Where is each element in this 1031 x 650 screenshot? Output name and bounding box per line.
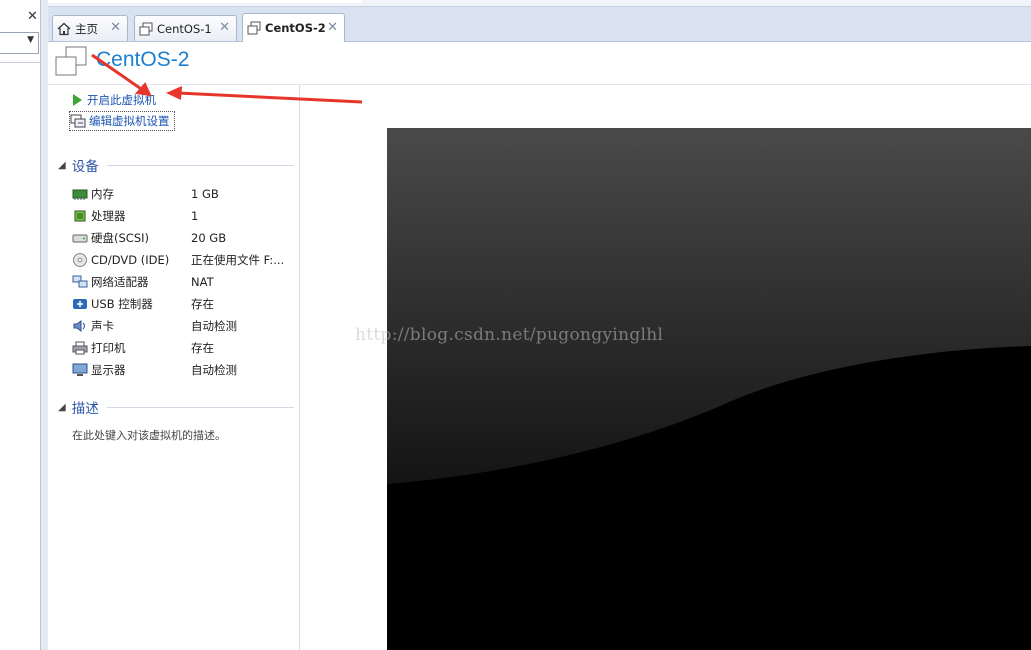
cd-dvd-icon [72, 253, 88, 267]
device-name: CD/DVD (IDE) [91, 253, 170, 267]
device-name: 网络适配器 [91, 275, 149, 289]
device-value: 存在 [191, 341, 214, 355]
device-value: 自动检测 [191, 363, 237, 377]
device-value: 1 GB [191, 187, 219, 201]
console-background [387, 128, 1031, 650]
divider [106, 406, 294, 408]
printer-icon [72, 341, 88, 355]
description-section-header[interactable]: ◢ 描述 [58, 397, 294, 417]
collapse-triangle-icon[interactable]: ◢ [58, 402, 66, 413]
chevron-down-icon[interactable]: ▼ [27, 35, 34, 45]
hard-disk-icon [72, 231, 88, 245]
device-value: NAT [191, 275, 214, 289]
vm-icon [55, 46, 87, 76]
collapse-triangle-icon[interactable]: ◢ [58, 160, 66, 171]
processor-icon [72, 209, 88, 223]
device-name: 内存 [91, 187, 114, 201]
close-icon[interactable]: ✕ [27, 9, 38, 24]
usb-icon [72, 297, 88, 311]
divider [0, 62, 40, 63]
close-icon[interactable]: ✕ [110, 20, 121, 35]
vm-header: CentOS-2 [48, 42, 1031, 85]
display-icon [72, 363, 88, 377]
device-name: 显示器 [91, 363, 126, 377]
devices-title: 设备 [71, 159, 99, 175]
description-title: 描述 [71, 401, 99, 417]
sound-card-icon [72, 319, 88, 333]
edit-settings-label: 编辑虚拟机设置 [89, 114, 170, 128]
device-name: 打印机 [91, 341, 126, 355]
device-name: 处理器 [91, 209, 126, 223]
panel-splitter[interactable] [41, 0, 48, 650]
device-name: 声卡 [91, 319, 114, 333]
device-row[interactable]: 显示器 自动检测 [72, 360, 292, 380]
close-icon[interactable]: ✕ [327, 20, 338, 35]
device-row[interactable]: 网络适配器 NAT [72, 272, 292, 292]
device-value: 正在使用文件 F:... [191, 253, 285, 267]
device-value: 1 [191, 209, 199, 223]
home-icon [57, 22, 71, 35]
device-row[interactable]: USB 控制器 存在 [72, 294, 292, 314]
tab-label: CentOS-1 [157, 21, 212, 36]
description-field[interactable]: 在此处键入对该虚拟机的描述。 [72, 427, 226, 443]
library-panel: ✕ ▼ [0, 0, 41, 650]
vm-icon [247, 21, 261, 35]
play-icon [73, 94, 82, 106]
device-row[interactable]: CD/DVD (IDE) 正在使用文件 F:... [72, 250, 292, 270]
device-row[interactable]: 内存 1 GB [72, 184, 292, 204]
device-value: 存在 [191, 297, 214, 311]
page-title: CentOS-2 [96, 48, 190, 71]
device-name: USB 控制器 [91, 297, 153, 311]
tab-label: 主页 [75, 21, 98, 36]
divider [106, 164, 294, 166]
device-row[interactable]: 打印机 存在 [72, 338, 292, 358]
power-on-label: 开启此虚拟机 [87, 93, 156, 107]
device-name: 硬盘(SCSI) [91, 231, 149, 245]
vm-console-preview[interactable] [387, 128, 1031, 650]
tab-home[interactable]: 主页 ✕ [52, 15, 128, 41]
memory-icon [72, 187, 88, 201]
vm-details-panel: 开启此虚拟机 编辑虚拟机设置 ◢ 设备 内存 1 GB 处理器 1 硬盘(SCSI) 20… [48, 85, 300, 650]
device-row[interactable]: 处理器 1 [72, 206, 292, 226]
tab-centos-1[interactable]: CentOS-1 ✕ [134, 15, 237, 41]
device-value: 自动检测 [191, 319, 237, 333]
device-row[interactable]: 硬盘(SCSI) 20 GB [72, 228, 292, 248]
watermark: http://blog.csdn.net/pugongyinglhl [355, 325, 664, 345]
devices-section-header[interactable]: ◢ 设备 [58, 155, 294, 175]
tab-centos-2[interactable]: CentOS-2 ✕ [242, 13, 345, 42]
device-row[interactable]: 声卡 自动检测 [72, 316, 292, 336]
edit-settings-button[interactable]: 编辑虚拟机设置 [69, 111, 175, 131]
window-top-strip [0, 0, 1031, 7]
vm-icon [139, 22, 153, 35]
tab-bar: 主页 ✕ CentOS-1 ✕ CentOS-2 ✕ [48, 7, 1031, 42]
settings-icon [70, 114, 86, 128]
library-search-dropdown[interactable]: ▼ [0, 32, 39, 54]
power-on-button[interactable]: 开启此虚拟机 [70, 91, 156, 109]
close-icon[interactable]: ✕ [219, 20, 230, 35]
network-adapter-icon [72, 275, 88, 289]
tab-label: CentOS-2 [265, 21, 326, 35]
device-value: 20 GB [191, 231, 227, 245]
